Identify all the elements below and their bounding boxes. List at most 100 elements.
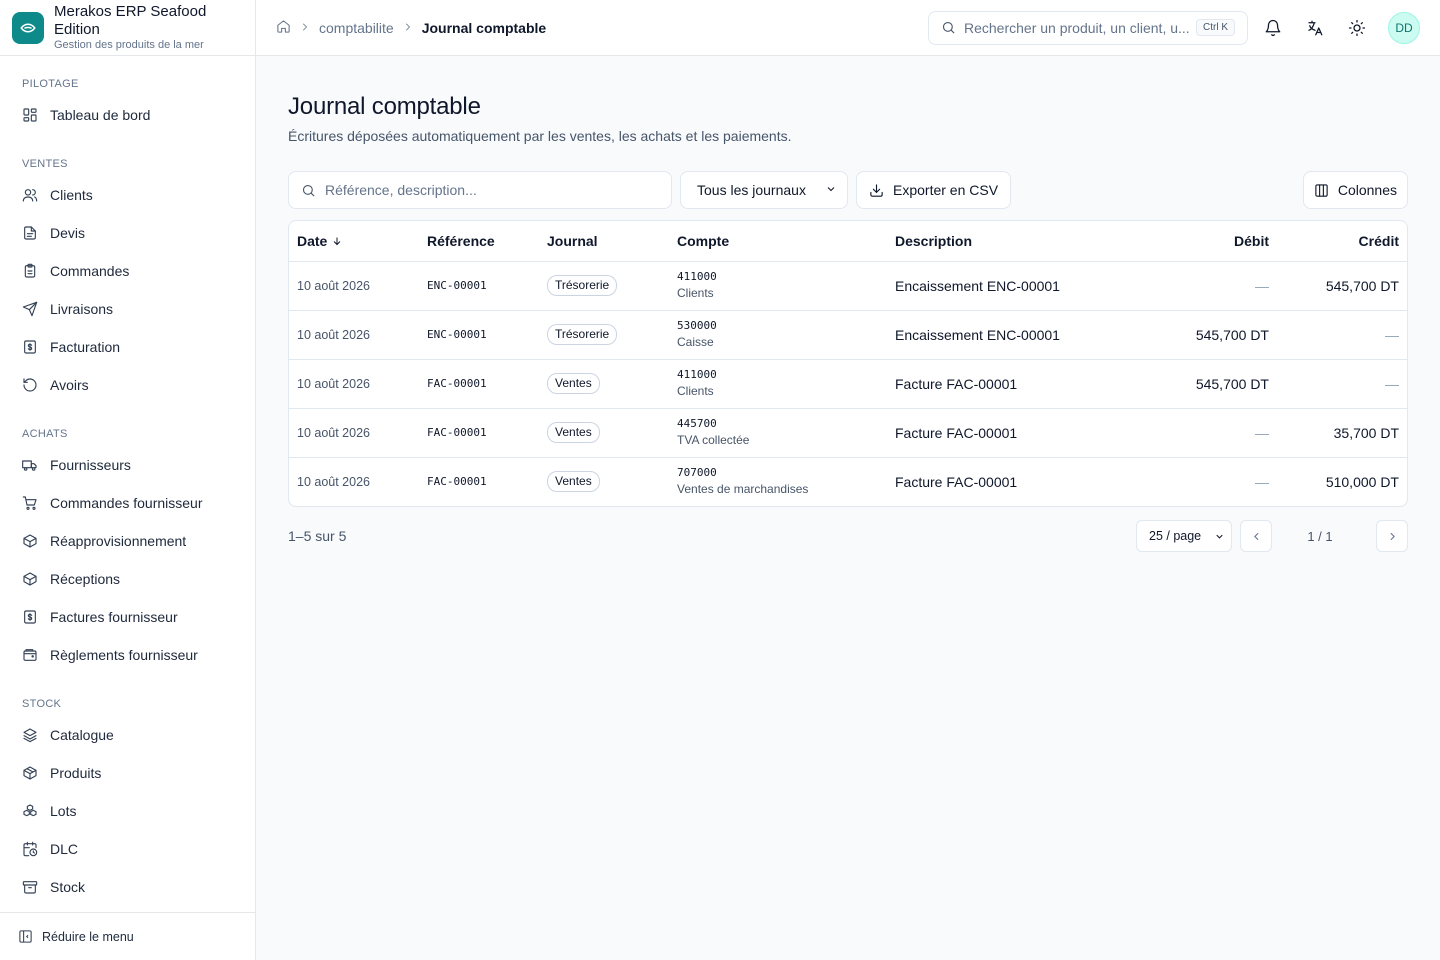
cell-reference: FAC-00001 [419, 359, 539, 409]
journal-badge: Ventes [547, 471, 600, 493]
invoice-icon [22, 609, 38, 625]
sidebar-item-label: Tableau de bord [50, 107, 151, 123]
collapse-menu-button[interactable]: Réduire le menu [0, 912, 255, 960]
journal-filter-select[interactable]: Tous les journaux [680, 171, 848, 209]
journal-table: Date Référence Journal Compte Descriptio… [288, 220, 1408, 507]
chevron-right-icon [402, 20, 414, 36]
sidebar-item-devis[interactable]: Devis [0, 214, 255, 252]
account-name: Clients [677, 286, 714, 300]
wallet-icon [22, 647, 38, 663]
table-header-row: Date Référence Journal Compte Descriptio… [289, 221, 1407, 262]
table-row[interactable]: 10 août 2026 ENC-00001 Trésorerie 530000… [289, 310, 1407, 360]
column-header-reference[interactable]: Référence [419, 221, 539, 262]
cell-reference: ENC-00001 [419, 310, 539, 360]
bell-icon [1265, 19, 1281, 36]
truck-icon [22, 457, 38, 473]
sidebar-item-reglements-fournisseur[interactable]: Règlements fournisseur [0, 636, 255, 674]
sidebar: Merakos ERP Seafood Edition Gestion des … [0, 0, 256, 960]
account-code: 445700 [677, 417, 717, 430]
columns-icon [1315, 183, 1328, 197]
sidebar-item-commandes-fournisseur[interactable]: Commandes fournisseur [0, 484, 255, 522]
home-icon[interactable] [276, 19, 291, 37]
sidebar-item-label: Fournisseurs [50, 457, 131, 473]
column-header-account[interactable]: Compte [669, 221, 887, 262]
invoice-icon [22, 339, 38, 355]
export-csv-button[interactable]: Exporter en CSV [856, 171, 1012, 209]
column-header-journal[interactable]: Journal [539, 221, 669, 262]
sidebar-item-commandes[interactable]: Commandes [0, 252, 255, 290]
account-name: Ventes de marchandises [677, 482, 809, 497]
account-name: Caisse [677, 335, 714, 349]
sidebar-item-reapprovisionnement[interactable]: Réapprovisionnement [0, 522, 255, 560]
cell-description: Facture FAC-00001 [895, 473, 1018, 490]
sidebar-item-label: Factures fournisseur [50, 609, 178, 625]
brand[interactable]: Merakos ERP Seafood Edition Gestion des … [0, 0, 255, 56]
column-header-description[interactable]: Description [887, 221, 1117, 262]
sidebar-item-facturation[interactable]: Facturation [0, 328, 255, 366]
sidebar-item-receptions[interactable]: Réceptions [0, 560, 255, 598]
cell-date: 10 août 2026 [289, 310, 419, 360]
pagination: 1–5 sur 5 25 / page 1 / 1 [288, 520, 1408, 552]
sidebar-item-clients[interactable]: Clients [0, 176, 255, 214]
columns-button[interactable]: Colonnes [1302, 171, 1408, 209]
entries-search[interactable] [288, 171, 672, 209]
previous-page-button[interactable] [1240, 520, 1272, 552]
box-icon [22, 765, 38, 781]
table-row[interactable]: 10 août 2026 ENC-00001 Trésorerie 411000… [289, 261, 1407, 311]
sun-icon [1348, 19, 1366, 36]
cell-debit: — [1117, 408, 1277, 458]
search-icon [302, 184, 315, 197]
chevron-right-icon [1389, 532, 1395, 540]
sidebar-item-label: Stock [50, 879, 86, 895]
entries-search-input[interactable] [325, 182, 659, 198]
sidebar-item-stock[interactable]: Stock [0, 868, 255, 906]
cell-credit: 510,000 DT [1325, 473, 1399, 490]
sidebar-item-produits[interactable]: Produits [0, 754, 255, 792]
global-search[interactable]: Ctrl K [928, 10, 1248, 45]
language-button[interactable] [1298, 11, 1332, 45]
table-row[interactable]: 10 août 2026 FAC-00001 Ventes 445700 TVA … [289, 408, 1407, 458]
sidebar-item-factures-fournisseur[interactable]: Factures fournisseur [0, 598, 255, 636]
column-header-debit[interactable]: Débit [1117, 221, 1277, 262]
brand-title: Merakos ERP Seafood Edition [54, 3, 207, 38]
journal-badge: Ventes [547, 422, 600, 443]
account-code: 411000 [677, 368, 717, 381]
sidebar-item-label: Règlements fournisseur [50, 647, 198, 663]
sidebar-item-dlc[interactable]: DLC [0, 830, 255, 868]
cell-journal: Ventes [539, 408, 669, 458]
avatar[interactable]: DD [1388, 11, 1420, 44]
cell-credit: 545,700 DT [1277, 261, 1407, 311]
page-size-select[interactable]: 25 / page [1136, 520, 1232, 552]
cell-journal: Trésorerie [539, 261, 669, 311]
result-count: 1–5 sur 5 [288, 528, 347, 544]
search-icon [942, 21, 955, 34]
cell-credit: — [1277, 359, 1407, 409]
sidebar-item-avoirs[interactable]: Avoirs [0, 366, 255, 404]
cell-account: 445700 TVA collectée [669, 408, 887, 458]
cell-credit: — [1277, 310, 1407, 360]
sidebar-item-livraisons[interactable]: Livraisons [0, 290, 255, 328]
global-search-input[interactable] [964, 19, 1196, 36]
account-code: 707000 [677, 466, 717, 480]
cell-journal: Trésorerie [539, 310, 669, 360]
sidebar-item-label: DLC [50, 841, 79, 857]
sidebar-item-label: Devis [50, 225, 86, 241]
account-name: Clients [677, 384, 714, 398]
sidebar-item-catalogue[interactable]: Catalogue [0, 716, 255, 754]
journal-badge: Trésorerie [547, 275, 618, 296]
notifications-button[interactable] [1256, 11, 1290, 45]
breadcrumb-parent[interactable]: comptabilite [319, 20, 394, 36]
sidebar-item-label: Réapprovisionnement [50, 533, 187, 549]
search-shortcut: Ctrl K [1196, 19, 1235, 36]
table-row[interactable]: 10 août 2026 FAC-00001 Ventes 707000 Vent… [289, 457, 1407, 506]
cell-description: Encaissement ENC-00001 [887, 310, 1117, 360]
sidebar-item-fournisseurs[interactable]: Fournisseurs [0, 446, 255, 484]
theme-toggle-button[interactable] [1340, 11, 1374, 45]
column-header-credit[interactable]: Crédit [1277, 221, 1407, 262]
column-header-date[interactable]: Date [289, 221, 419, 262]
next-page-button[interactable] [1376, 520, 1408, 552]
table-row[interactable]: 10 août 2026 FAC-00001 Ventes 411000 Clie… [289, 359, 1407, 409]
cell-description: Facture FAC-00001 [887, 408, 1117, 458]
sidebar-item-tableau-de-bord[interactable]: Tableau de bord [0, 96, 255, 134]
sidebar-item-lots[interactable]: Lots [0, 792, 255, 830]
